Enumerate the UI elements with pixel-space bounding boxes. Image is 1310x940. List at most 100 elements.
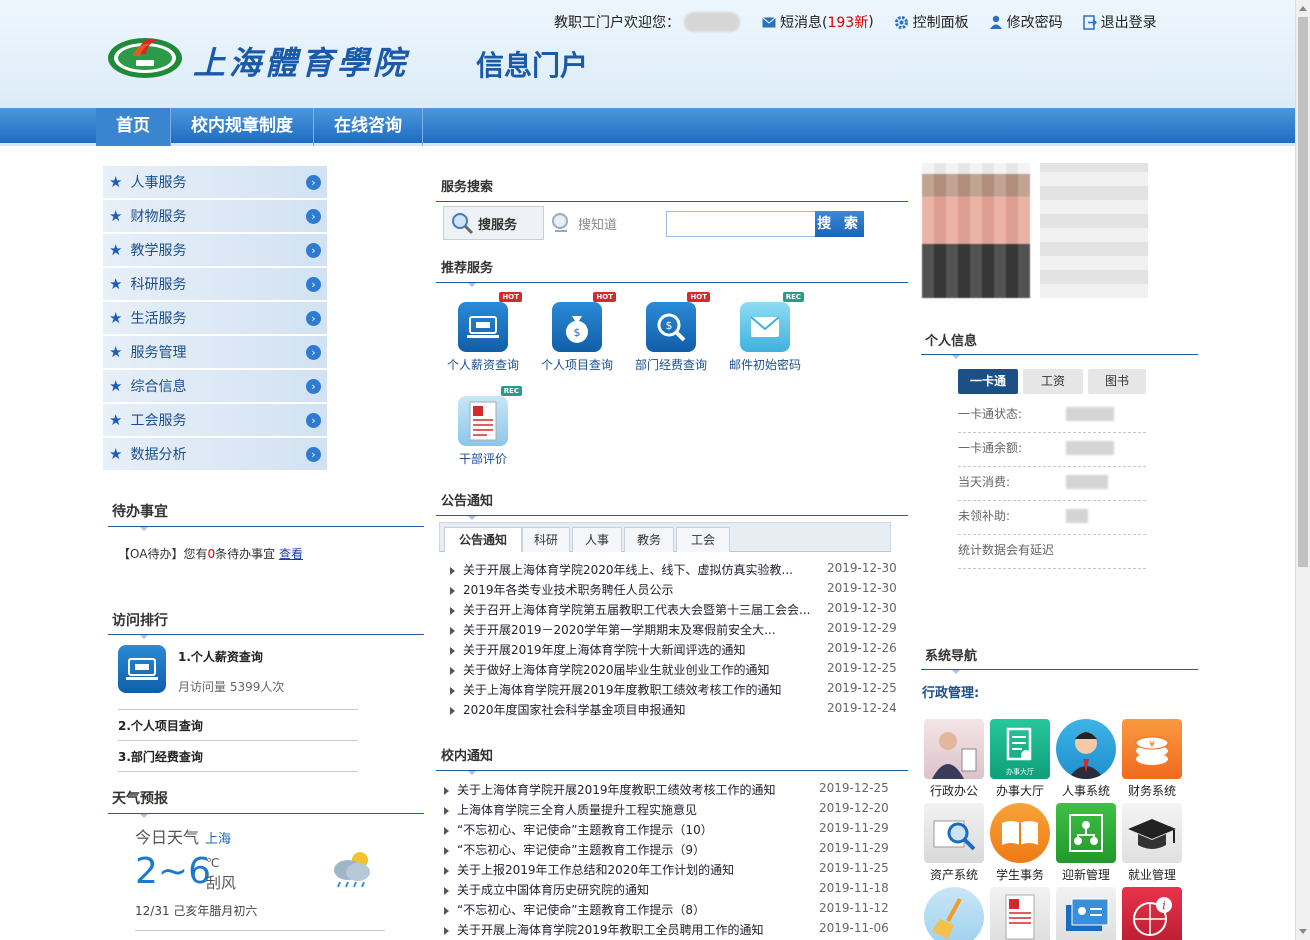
news-item[interactable]: 关于上报2019年工作总结和2020年工作计划的通知 — [444, 861, 814, 878]
menu-item-service-mgmt[interactable]: ★ 服务管理 › — [103, 336, 327, 370]
weather-wind: 刮风 — [206, 874, 237, 892]
news-title: 上海体育学院三全育人质量提升工程实施意见 — [457, 803, 698, 817]
weather-date: 12/31 己亥年腊月初六 — [135, 904, 258, 918]
search-tab-service[interactable]: 搜服务 — [443, 206, 544, 240]
tab-academic[interactable]: 教务 — [624, 527, 674, 552]
news-date: 2019-12-20 — [819, 801, 889, 815]
blurred-value — [1066, 407, 1114, 421]
control-panel-link[interactable]: 控制面板 — [894, 12, 969, 32]
app-employment[interactable]: 就业管理 — [1121, 803, 1183, 883]
personal-title: 个人信息 — [925, 334, 978, 349]
search-input[interactable] — [666, 211, 816, 237]
app-assets[interactable]: 资产系统 — [923, 803, 985, 883]
news-item[interactable]: 关于召开上海体育学院第五届教职工代表大会暨第十三届工会会... — [450, 601, 818, 618]
app-service-hall[interactable]: 办事大厅 办事大厅 — [989, 719, 1051, 799]
tab-campus-card[interactable]: 一卡通 — [958, 369, 1018, 394]
menu-item-hr[interactable]: ★ 人事服务 › — [103, 166, 327, 200]
todo-view-link[interactable]: 查看 — [279, 547, 303, 561]
card-subsidy-row: 未领补助: — [958, 501, 1146, 535]
search-button[interactable]: 搜 索 — [815, 211, 864, 237]
menu-item-union[interactable]: ★ 工会服务 › — [103, 404, 327, 438]
search-tab-knowledge[interactable]: 搜知道 — [549, 206, 617, 240]
nav-regulations[interactable]: 校内规章制度 — [171, 108, 314, 146]
tab-salary[interactable]: 工资 — [1023, 369, 1083, 394]
ranking-item-2[interactable]: 2.个人项目查询 — [118, 711, 358, 741]
nav-home[interactable]: 首页 — [96, 108, 171, 146]
app-hr[interactable]: 人事系统 — [1055, 719, 1117, 799]
news-item[interactable]: 关于上海体育学院开展2019年度教职工绩效考核工作的通知 — [450, 681, 818, 698]
service-project-query[interactable]: $ HOT 个人项目查询 — [532, 292, 622, 373]
notice-tabs: 公告通知 科研 人事 教务 工会 — [439, 522, 891, 552]
recommend-notch — [468, 283, 476, 288]
tab-announcement[interactable]: 公告通知 — [444, 527, 522, 552]
tab-personnel[interactable]: 人事 — [572, 527, 622, 552]
news-item[interactable]: 关于上海体育学院开展2019年度教职工绩效考核工作的通知 — [444, 781, 814, 798]
service-cadre-evaluation[interactable]: REC 干部评价 — [438, 386, 528, 467]
app-student-affairs[interactable]: 学生事务 — [989, 803, 1051, 883]
campus-title: 校内通知 — [441, 749, 494, 764]
news-item[interactable]: 关于成立中国体育历史研究院的通知 — [444, 881, 814, 898]
news-item[interactable]: 2019年各类专业技术职务聘任人员公示 — [450, 581, 818, 598]
svg-text:i: i — [1162, 899, 1166, 912]
scroll-down-arrow-icon[interactable] — [1299, 929, 1307, 934]
star-icon: ★ — [109, 411, 123, 429]
svg-text:办事大厅: 办事大厅 — [1006, 767, 1034, 776]
tab-union[interactable]: 工会 — [676, 527, 730, 552]
avatar — [922, 163, 1030, 298]
blurred-value — [1066, 441, 1114, 455]
news-item[interactable]: “不忘初心、牢记使命”主题教育工作提示（8） — [444, 901, 814, 918]
news-item[interactable]: “不忘初心、牢记使命”主题教育工作提示（9） — [444, 841, 814, 858]
app-row-3-item-4[interactable]: i — [1121, 887, 1183, 940]
news-item[interactable]: 2020年度国家社会科学基金项目申报通知 — [450, 701, 818, 718]
hot-badge: HOT — [593, 292, 616, 302]
menu-item-analytics[interactable]: ★ 数据分析 › — [103, 438, 327, 472]
service-mail-password[interactable]: REC 邮件初始密码 — [720, 292, 810, 373]
news-title: 关于成立中国体育历史研究院的通知 — [457, 883, 650, 897]
news-item[interactable]: 关于开展2019－2020学年第一学期期末及寒假前安全大... — [450, 621, 818, 638]
news-item[interactable]: 上海体育学院三全育人质量提升工程实施意见 — [444, 801, 814, 818]
news-title: 2019年各类专业技术职务聘任人员公示 — [463, 583, 674, 597]
scrollbar-thumb[interactable] — [1298, 17, 1308, 567]
ranking-item-3[interactable]: 3.部门经费查询 — [118, 742, 358, 772]
app-row-3-item-1[interactable] — [923, 887, 985, 940]
menu-item-research[interactable]: ★ 科研服务 › — [103, 268, 327, 302]
news-date: 2019-12-26 — [827, 641, 897, 655]
office-person-icon — [924, 719, 984, 779]
tab-research[interactable]: 科研 — [522, 527, 570, 552]
change-password-link[interactable]: 修改密码 — [989, 12, 1063, 32]
weather-notch — [140, 814, 148, 819]
app-row-3-item-3[interactable] — [1055, 887, 1117, 940]
news-item[interactable]: 关于开展2019年度上海体育学院十大新闻评选的通知 — [450, 641, 818, 658]
news-item[interactable]: 关于开展上海体育学院2020年线上、线下、虚拟仿真实验教... — [450, 561, 818, 578]
star-icon: ★ — [109, 275, 123, 293]
news-item[interactable]: 关于开展上海体育学院2019年教职工全员聘用工作的通知 — [444, 921, 814, 938]
globe-info-icon: i — [1122, 887, 1182, 940]
star-icon: ★ — [109, 445, 123, 463]
ranking-item-1[interactable]: 1.个人薪资查询 月访问量 5399人次 — [118, 645, 358, 710]
triangle-bullet-icon — [444, 926, 449, 935]
news-item[interactable]: 关于做好上海体育学院2020届毕业生就业创业工作的通知 — [450, 661, 818, 678]
card-status-row: 一卡通状态: — [958, 399, 1146, 433]
scroll-up-arrow-icon[interactable] — [1299, 6, 1307, 11]
menu-item-info[interactable]: ★ 综合信息 › — [103, 370, 327, 404]
rain-cloud-icon — [334, 852, 370, 888]
arrow-right-icon: › — [306, 310, 321, 326]
app-office[interactable]: 行政办公 — [923, 719, 985, 799]
service-dept-funds-query[interactable]: $ HOT 部门经费查询 — [626, 292, 716, 373]
app-finance[interactable]: ¥ 财务系统 — [1121, 719, 1183, 799]
tab-library[interactable]: 图书 — [1088, 369, 1146, 394]
messages-link[interactable]: 短消息(193新) — [762, 12, 874, 32]
menu-item-finance[interactable]: ★ 财物服务 › — [103, 200, 327, 234]
logout-link[interactable]: 退出登录 — [1082, 12, 1157, 32]
news-item[interactable]: “不忘初心、牢记使命”主题教育工作提示（10） — [444, 821, 814, 838]
menu-item-life[interactable]: ★ 生活服务 › — [103, 302, 327, 336]
service-salary-query[interactable]: HOT 个人薪资查询 — [438, 292, 528, 373]
app-enrollment[interactable]: 迎新管理 — [1055, 803, 1117, 883]
vertical-scrollbar[interactable] — [1295, 0, 1310, 940]
triangle-bullet-icon — [450, 646, 455, 655]
nav-online-consult[interactable]: 在线咨询 — [314, 108, 423, 146]
news-date: 2019-12-25 — [827, 661, 897, 675]
app-row-3-item-2[interactable] — [989, 887, 1051, 940]
menu-item-teaching[interactable]: ★ 教学服务 › — [103, 234, 327, 268]
hot-badge: HOT — [687, 292, 710, 302]
